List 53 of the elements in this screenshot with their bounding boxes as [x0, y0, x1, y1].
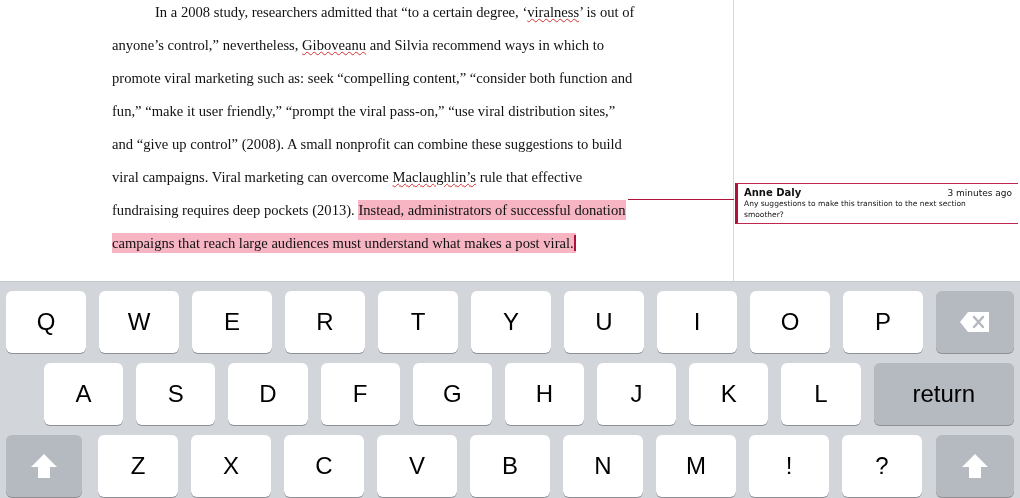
letter-key[interactable]: ?: [842, 435, 922, 497]
letter-key[interactable]: I: [657, 291, 737, 353]
comment-time: 3 minutes ago: [947, 188, 1012, 198]
backspace-key[interactable]: [936, 291, 1014, 353]
letter-key[interactable]: Q: [6, 291, 86, 353]
letter-key[interactable]: U: [564, 291, 644, 353]
body-text: rule that effective: [478, 169, 583, 185]
comment-author: Anne Daly: [744, 187, 802, 198]
letter-key[interactable]: A: [44, 363, 124, 425]
letter-key[interactable]: X: [191, 435, 271, 497]
backspace-icon: [959, 311, 991, 333]
letter-key[interactable]: W: [99, 291, 179, 353]
body-text: fun,” “make it user friendly,” “prompt the viral pass-on,” “use viral distribution sites,”: [112, 103, 616, 119]
misspelled-word: viralness: [527, 4, 580, 20]
letter-key[interactable]: H: [504, 363, 585, 425]
shift-key[interactable]: [936, 435, 1014, 497]
letter-key[interactable]: Z: [98, 435, 178, 497]
highlighted-text: Instead, administrators of successful donation: [358, 200, 626, 220]
letter-key[interactable]: P: [843, 291, 923, 353]
text-cursor: [573, 235, 576, 251]
body-text: fundraising requires deep pockets (2013).: [112, 202, 356, 218]
letter-key[interactable]: V: [377, 435, 457, 497]
letter-key[interactable]: G: [412, 363, 492, 425]
letter-key[interactable]: L: [781, 363, 861, 425]
letter-key[interactable]: E: [192, 291, 272, 353]
body-text: promote viral marketing such as: seek “compelling content,” “consider both function and: [112, 70, 633, 86]
letter-key[interactable]: Y: [471, 291, 551, 353]
misspelled-word: Giboveanu: [302, 37, 367, 53]
letter-key[interactable]: T: [378, 291, 458, 353]
letter-key[interactable]: R: [285, 291, 365, 353]
letter-key[interactable]: D: [228, 363, 308, 425]
return-key[interactable]: return: [873, 363, 1015, 425]
body-text: anyone’s control,” nevertheless,: [112, 37, 300, 53]
body-text: ’ is out of: [579, 4, 635, 20]
letter-key[interactable]: N: [563, 435, 643, 497]
highlighted-text: campaigns that reach large audiences must understand what makes a post viral.: [112, 233, 576, 253]
shift-key[interactable]: [6, 435, 82, 497]
letter-key[interactable]: B: [470, 435, 550, 497]
letter-key[interactable]: C: [284, 435, 364, 497]
letter-key[interactable]: S: [136, 363, 216, 425]
body-text: viral campaigns. Viral marketing can overcome: [112, 169, 390, 185]
body-text: and Silvia recommend ways in which to: [368, 37, 605, 53]
body-text: and “give up control” (2008). A small nonprofit can combine these suggestions to build: [112, 136, 622, 152]
letter-key[interactable]: M: [656, 435, 736, 497]
misspelled-word: Maclaughlin’s: [392, 169, 476, 185]
letter-key[interactable]: J: [597, 363, 677, 425]
letter-key[interactable]: !: [749, 435, 829, 497]
body-text: In a 2008 study, researchers admitted that “to a certain degree, ‘: [155, 4, 528, 20]
letter-key[interactable]: O: [750, 291, 830, 353]
shift-arrow-icon: [30, 453, 58, 479]
letter-key[interactable]: K: [689, 363, 769, 425]
letter-key[interactable]: F: [320, 363, 400, 425]
shift-arrow-icon: [961, 453, 989, 479]
